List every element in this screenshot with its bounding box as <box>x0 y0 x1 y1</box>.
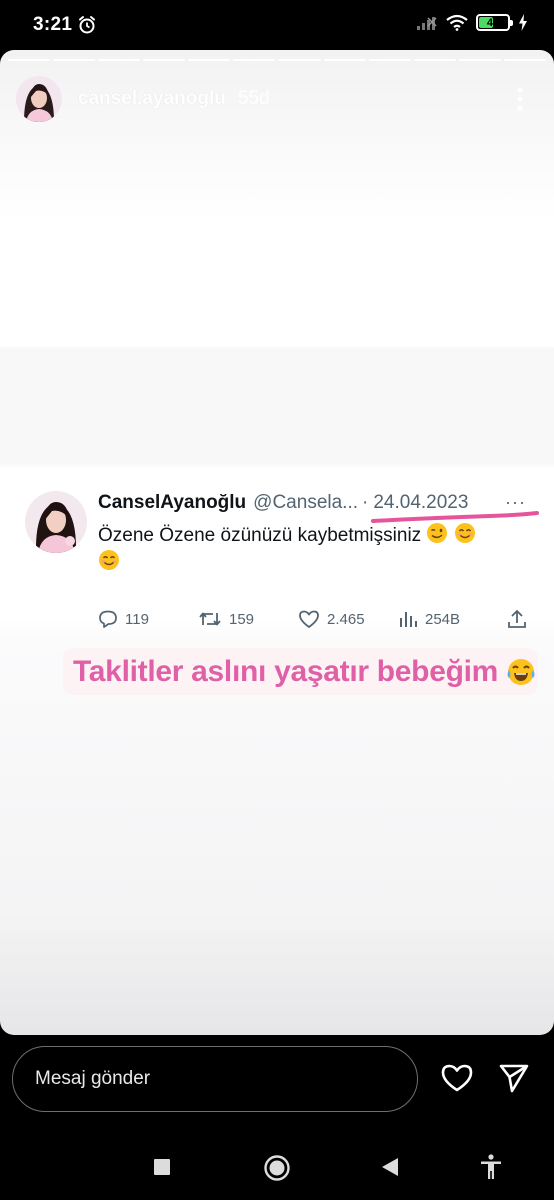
story-header: cansel.ayanoglu 55d <box>16 74 538 124</box>
more-options-icon[interactable] <box>516 87 524 111</box>
progress-segment <box>143 59 186 61</box>
tweet-avatar <box>25 491 87 553</box>
story-progress-bar <box>8 59 546 61</box>
views-action: 254B <box>398 609 460 629</box>
progress-segment <box>503 59 546 61</box>
progress-segment <box>368 59 411 61</box>
retweet-icon <box>199 612 221 626</box>
status-icons: 48 <box>416 14 528 31</box>
alarm-icon <box>79 16 95 34</box>
reply-action: 119 <box>98 609 149 629</box>
like-count: 2.465 <box>327 610 365 628</box>
message-input[interactable]: Mesaj gönder <box>12 1046 418 1112</box>
recents-square-icon[interactable] <box>152 1157 172 1177</box>
tweet-text: Özene Özene özünüzü kaybetmişsiniz <box>98 522 528 576</box>
accessibility-icon[interactable] <box>480 1154 502 1180</box>
progress-segment <box>188 59 231 61</box>
progress-segment <box>53 59 96 61</box>
tweet-body: Özene Özene özünüzü kaybetmişsiniz <box>98 525 422 546</box>
views-count: 254B <box>425 610 461 628</box>
smiling-face-emoji-icon <box>454 523 475 543</box>
send-icon[interactable] <box>498 1062 530 1094</box>
story-card[interactable]: cansel.ayanoglu 55d CanselAyanoğlu @Cans… <box>0 50 554 1035</box>
tweet-actions: 119 159 2.465 254B <box>98 609 529 635</box>
battery-level: 48 <box>486 16 500 29</box>
system-nav-bar <box>0 1135 554 1200</box>
progress-segment <box>233 59 276 61</box>
heart-icon[interactable] <box>440 1062 474 1094</box>
retweet-action: 159 <box>198 609 254 629</box>
views-chart-icon <box>400 612 417 627</box>
tweet-separator: · <box>362 492 369 513</box>
status-bar: 3:21 48 <box>0 0 554 50</box>
story-caption: Taklitler aslını yaşatır bebeğim <box>63 648 538 695</box>
progress-segment <box>413 59 456 61</box>
reply-icon <box>99 610 117 628</box>
share-upload-icon <box>508 610 526 628</box>
like-action: 2.465 <box>298 609 365 629</box>
story-age: 55d <box>237 88 270 109</box>
heart-outline-icon <box>299 610 319 628</box>
tweet-display-name: CanselAyanoğlu <box>98 492 247 513</box>
reply-bar: Mesaj gönder <box>0 1035 554 1135</box>
battery-icon: 48 <box>476 14 513 31</box>
progress-segment <box>8 59 51 61</box>
caption-text: Taklitler aslını yaşatır bebeğim <box>73 654 499 688</box>
avatar[interactable] <box>16 76 62 122</box>
tweet-more-icon: ··· <box>505 492 526 512</box>
share-action <box>507 609 527 629</box>
progress-segment <box>278 59 321 61</box>
progress-segment <box>458 59 501 61</box>
signal-icon <box>417 16 437 30</box>
story-username[interactable]: cansel.ayanoglu <box>78 88 226 110</box>
charging-icon <box>519 14 527 31</box>
tears-of-joy-emoji-icon <box>507 658 535 685</box>
status-time: 3:21 <box>33 14 73 35</box>
smiling-face-emoji-icon <box>99 550 119 570</box>
wifi-icon <box>446 14 468 31</box>
retweet-count: 159 <box>229 610 255 628</box>
winking-face-emoji-icon <box>427 523 448 543</box>
progress-segment <box>323 59 366 61</box>
tweet-handle: @Cansela... <box>253 492 359 513</box>
home-circle-icon[interactable] <box>263 1154 291 1182</box>
progress-segment <box>98 59 141 61</box>
tweet-card: CanselAyanoğlu @Cansela... · 24.04.2023 … <box>0 478 554 628</box>
reply-count: 119 <box>125 610 149 628</box>
back-triangle-icon[interactable] <box>379 1156 401 1178</box>
